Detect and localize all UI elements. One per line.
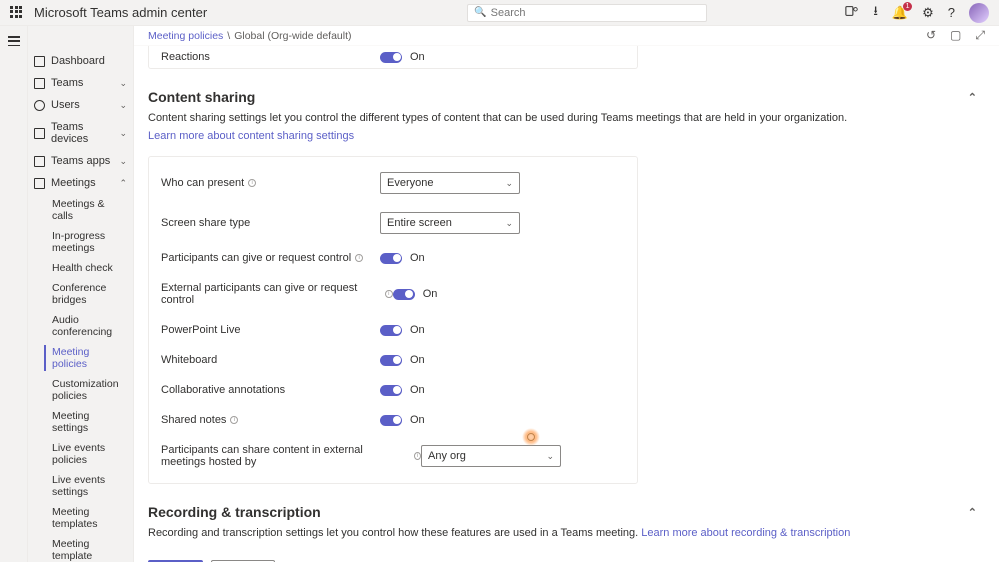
page-actions: ↺ ▢ ⤢ [926, 28, 985, 43]
sub-meeting-templates[interactable]: Meeting templates [34, 502, 133, 534]
breadcrumb-parent[interactable]: Meeting policies [148, 30, 223, 42]
hamburger-icon[interactable] [8, 36, 20, 46]
search-icon: 🔍 [474, 7, 486, 18]
expand-icon[interactable]: ⤢ [975, 28, 985, 43]
nav-meetings[interactable]: Meetings⌃ [28, 172, 133, 194]
top-header: Microsoft Teams admin center 🔍 ⭳ 🔔1 ⚙ ? [0, 0, 999, 26]
reactions-toggle[interactable] [380, 52, 402, 63]
request-control-toggle[interactable] [380, 253, 402, 264]
app-title: Microsoft Teams admin center [34, 5, 207, 20]
chevron-down-icon: ⌄ [119, 128, 127, 139]
recording-desc: Recording and transcription settings let… [148, 526, 985, 541]
external-request-control-toggle[interactable] [393, 289, 415, 300]
collaborative-annotations-row: Collaborative annotations On [149, 375, 637, 405]
share-external-dropdown[interactable]: Any org⌄ [421, 445, 561, 467]
header-actions: ⭳ 🔔1 ⚙ ? [845, 2, 989, 24]
shared-notes-toggle[interactable] [380, 415, 402, 426]
content-sharing-desc: Content sharing settings let you control… [148, 111, 985, 126]
sub-meetings-calls[interactable]: Meetings & calls [34, 194, 133, 226]
screen-share-type-dropdown[interactable]: Entire screen⌄ [380, 212, 520, 234]
chevron-down-icon: ⌄ [119, 78, 127, 89]
sub-meeting-settings[interactable]: Meeting settings [34, 406, 133, 438]
sub-customization-policies[interactable]: Customization policies [34, 374, 133, 406]
help-icon[interactable]: ? [948, 5, 955, 20]
sidebar: Dashboard Teams⌄ Users⌄ Teams devices⌄ T… [28, 26, 134, 562]
teams-icon[interactable] [845, 4, 859, 21]
sub-meeting-template-policies[interactable]: Meeting template policies [34, 534, 133, 562]
sub-conference-bridges[interactable]: Conference bridges [34, 278, 133, 310]
reactions-state: On [410, 51, 425, 63]
notification-badge: 1 [903, 2, 912, 11]
sub-health-check[interactable]: Health check [34, 258, 133, 278]
whiteboard-row: Whiteboard On [149, 345, 637, 375]
chevron-down-icon: ⌄ [119, 100, 127, 111]
share-external-row: Participants can share content in extern… [149, 435, 637, 477]
powerpoint-live-toggle[interactable] [380, 325, 402, 336]
info-icon[interactable]: i [248, 179, 256, 187]
breadcrumb-bar: Meeting policies \ Global (Org-wide defa… [134, 26, 999, 46]
settings-icon[interactable]: ⚙ [922, 5, 934, 21]
sub-audio-conferencing[interactable]: Audio conferencing [34, 310, 133, 342]
teams-nav-icon [34, 78, 45, 89]
sub-live-events-policies[interactable]: Live events policies [34, 438, 133, 470]
chevron-up-icon[interactable]: ⌃ [968, 506, 985, 519]
chevron-up-icon[interactable]: ⌃ [968, 91, 985, 104]
sub-meeting-policies[interactable]: Meeting policies [34, 342, 133, 374]
chevron-down-icon: ⌄ [505, 218, 513, 229]
content-sharing-link[interactable]: Learn more about content sharing setting… [148, 130, 354, 142]
avatar[interactable] [969, 3, 989, 23]
recording-title: Recording & transcription ⌃ [148, 504, 985, 520]
home-icon [34, 56, 45, 67]
search-input[interactable] [491, 7, 701, 19]
breadcrumb-separator: \ [227, 30, 230, 42]
info-icon[interactable]: i [230, 416, 238, 424]
activity-log-icon[interactable]: ↺ [926, 28, 936, 43]
nav-teams[interactable]: Teams⌄ [28, 72, 133, 94]
chevron-down-icon: ⌄ [505, 178, 513, 189]
sub-live-events-settings[interactable]: Live events settings [34, 470, 133, 502]
nav-users[interactable]: Users⌄ [28, 94, 133, 116]
content-sharing-card: Who can presenti Everyone⌄ Screen share … [148, 156, 638, 484]
collapse-rail [0, 26, 28, 562]
users-icon [34, 100, 45, 111]
devices-icon [34, 128, 45, 139]
meetings-sub-items: Meetings & calls In-progress meetings He… [28, 194, 133, 562]
who-can-present-dropdown[interactable]: Everyone⌄ [380, 172, 520, 194]
popout-icon[interactable]: ▢ [950, 28, 961, 43]
powerpoint-live-row: PowerPoint Live On [149, 315, 637, 345]
content-sharing-title: Content sharing ⌃ [148, 89, 985, 105]
whiteboard-toggle[interactable] [380, 355, 402, 366]
nav-dashboard[interactable]: Dashboard [28, 50, 133, 72]
request-control-row: Participants can give or request control… [149, 243, 637, 273]
recording-link[interactable]: Learn more about recording & transcripti… [641, 527, 850, 539]
meetings-icon [34, 178, 45, 189]
sub-in-progress[interactable]: In-progress meetings [34, 226, 133, 258]
main: Meeting policies \ Global (Org-wide defa… [134, 26, 999, 562]
collaborative-annotations-toggle[interactable] [380, 385, 402, 396]
info-icon[interactable]: i [355, 254, 363, 262]
apps-icon [34, 156, 45, 167]
search-box[interactable]: 🔍 [467, 4, 707, 22]
download-icon[interactable]: ⭳ [873, 2, 878, 24]
info-icon[interactable]: i [414, 452, 421, 460]
nav-teams-apps[interactable]: Teams apps⌄ [28, 150, 133, 172]
content: Reactions On Content sharing ⌃ Content s… [134, 46, 999, 562]
reactions-label: Reactions [161, 51, 210, 63]
chevron-up-icon: ⌃ [119, 178, 127, 189]
chevron-down-icon: ⌄ [119, 156, 127, 167]
external-request-control-row: External participants can give or reques… [149, 273, 637, 315]
nav-teams-devices[interactable]: Teams devices⌄ [28, 116, 133, 150]
who-can-present-row: Who can presenti Everyone⌄ [149, 163, 637, 203]
notifications-icon[interactable]: 🔔1 [892, 5, 908, 21]
info-icon[interactable]: i [385, 290, 393, 298]
breadcrumb-current: Global (Org-wide default) [234, 30, 351, 42]
chevron-down-icon: ⌄ [546, 451, 554, 462]
shared-notes-row: Shared notesi On [149, 405, 637, 435]
reactions-row: Reactions On [148, 46, 638, 69]
app-launcher-icon[interactable] [10, 6, 24, 20]
screen-share-type-row: Screen share type Entire screen⌄ [149, 203, 637, 243]
